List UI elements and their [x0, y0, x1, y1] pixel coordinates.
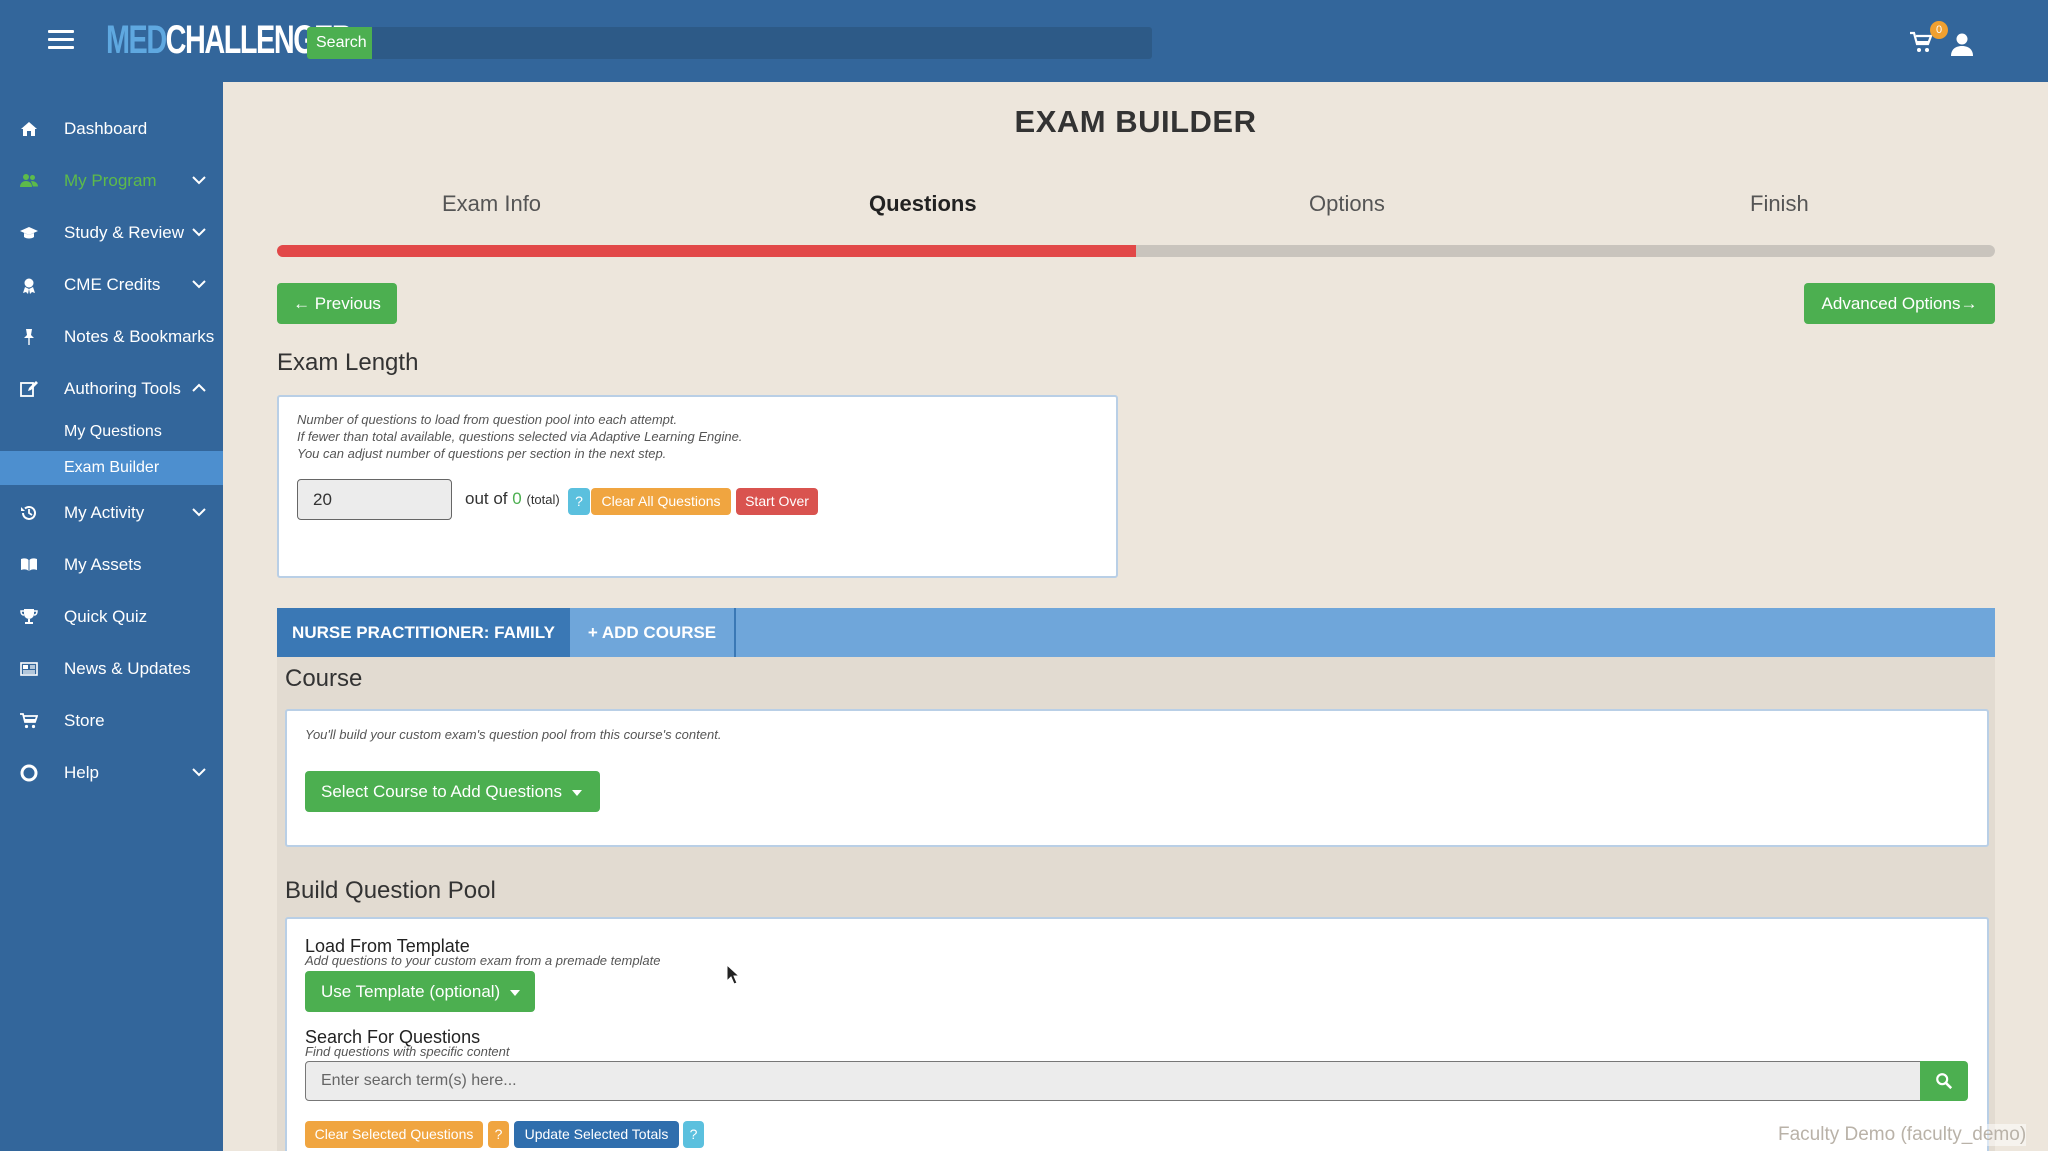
sidebar-item-store[interactable]: Store — [0, 699, 223, 743]
page-title: EXAM BUILDER — [1014, 104, 1257, 139]
global-search-input[interactable] — [372, 27, 1152, 59]
use-template-dropdown[interactable]: Use Template (optional) — [305, 971, 535, 1012]
chevron-down-icon — [192, 280, 206, 289]
top-navbar: MEDCHALLENGER Search 0 — [0, 0, 2048, 82]
sidebar-item-quick-quiz[interactable]: Quick Quiz — [0, 595, 223, 639]
clear-selected-questions-button[interactable]: Clear Selected Questions — [305, 1121, 483, 1148]
course-tabs: NURSE PRACTITIONER: FAMILY + ADD COURSE — [277, 608, 1995, 657]
previous-button[interactable]: ← Previous — [277, 283, 397, 324]
step-finish[interactable]: Finish — [1750, 191, 1809, 217]
home-icon — [21, 122, 37, 136]
caret-down-icon — [510, 989, 521, 996]
sidebar: Dashboard My Program Study & Review CME … — [0, 82, 223, 1151]
out-of-total-text: out of 0 (total) — [465, 489, 560, 509]
sidebar-item-notes-bookmarks[interactable]: Notes & Bookmarks — [0, 315, 223, 359]
select-course-label: Select Course to Add Questions — [321, 782, 562, 801]
total-label: (total) — [526, 492, 560, 507]
sidebar-item-label: CME Credits — [64, 275, 161, 294]
sidebar-item-help[interactable]: Help — [0, 751, 223, 795]
sidebar-item-label: My Activity — [64, 503, 145, 522]
exam-length-hint-2: If fewer than total available, questions… — [297, 429, 743, 444]
wizard-progress-bar — [277, 245, 1995, 257]
sidebar-item-authoring-tools[interactable]: Authoring Tools — [0, 367, 223, 411]
search-label: Search — [307, 27, 376, 59]
sidebar-item-label: My Program — [64, 171, 157, 190]
sidebar-subitem-label: My Questions — [64, 423, 162, 440]
graduation-cap-icon — [20, 227, 38, 239]
build-question-pool-heading: Build Question Pool — [285, 877, 496, 904]
sidebar-item-label: Store — [64, 711, 105, 730]
sidebar-item-label: Help — [64, 763, 99, 782]
step-options[interactable]: Options — [1309, 191, 1385, 217]
sidebar-item-my-assets[interactable]: My Assets — [0, 543, 223, 587]
sidebar-item-label: Authoring Tools — [64, 379, 181, 398]
advanced-options-button[interactable]: Advanced Options→ — [1804, 283, 1995, 324]
caret-down-icon — [571, 789, 582, 796]
book-icon — [21, 558, 37, 571]
sidebar-item-study-review[interactable]: Study & Review — [0, 211, 223, 255]
edit-icon — [20, 381, 38, 397]
clear-all-questions-button[interactable]: Clear All Questions — [591, 488, 731, 515]
user-icon[interactable] — [1950, 32, 1974, 56]
question-count-input[interactable]: 20 — [297, 479, 452, 520]
tab-add-course[interactable]: + ADD COURSE — [570, 608, 736, 657]
sidebar-item-label: News & Updates — [64, 659, 191, 678]
sidebar-item-label: Notes & Bookmarks — [64, 327, 215, 346]
start-over-button[interactable]: Start Over — [736, 488, 818, 515]
certificate-icon — [23, 278, 35, 294]
search-for-questions-hint: Find questions with specific content — [305, 1044, 510, 1059]
cart-icon[interactable] — [1909, 30, 1933, 54]
course-hint: You'll build your custom exam's question… — [305, 727, 722, 742]
total-questions-count: 0 — [512, 489, 522, 508]
load-from-template-hint: Add questions to your custom exam from a… — [305, 953, 661, 968]
chevron-down-icon — [192, 176, 206, 185]
exam-length-hint-1: Number of questions to load from questio… — [297, 412, 678, 427]
chevron-up-icon — [192, 383, 206, 392]
question-search-input[interactable]: Enter search term(s) here... — [305, 1061, 1921, 1101]
exam-length-hint-3: You can adjust number of questions per s… — [297, 446, 667, 461]
cart-count-badge: 0 — [1930, 21, 1948, 39]
sidebar-item-my-program[interactable]: My Program — [0, 159, 223, 203]
lifesaver-icon — [20, 764, 38, 782]
sidebar-item-label: Study & Review — [64, 223, 184, 242]
newspaper-icon — [20, 662, 38, 676]
chevron-down-icon — [192, 508, 206, 517]
sidebar-item-label: My Assets — [64, 555, 142, 574]
sidebar-subitem-label: Exam Builder — [64, 459, 160, 476]
out-of-label: out of — [465, 489, 508, 508]
pushpin-icon — [24, 329, 34, 345]
step-exam-info[interactable]: Exam Info — [442, 191, 541, 217]
question-search-button[interactable] — [1920, 1061, 1968, 1101]
logo-med-text: MED — [106, 18, 167, 62]
hamburger-menu-icon[interactable] — [48, 30, 74, 50]
mouse-cursor-icon — [726, 964, 740, 985]
sidebar-item-my-activity[interactable]: My Activity — [0, 491, 223, 535]
select-course-dropdown[interactable]: Select Course to Add Questions — [305, 771, 600, 812]
exam-length-heading: Exam Length — [277, 349, 419, 376]
tab-nurse-practitioner-family[interactable]: NURSE PRACTITIONER: FAMILY — [277, 608, 570, 657]
exam-length-help-button[interactable]: ? — [568, 488, 590, 515]
update-totals-help-button[interactable]: ? — [683, 1121, 704, 1148]
search-icon — [1936, 1073, 1953, 1090]
sidebar-subitem-my-questions[interactable]: My Questions — [0, 415, 223, 449]
trophy-icon — [20, 609, 38, 624]
cart-icon — [20, 713, 38, 729]
update-selected-totals-button[interactable]: Update Selected Totals — [514, 1121, 679, 1148]
use-template-label: Use Template (optional) — [321, 982, 501, 1001]
history-icon — [21, 505, 36, 520]
sidebar-subitem-exam-builder[interactable]: Exam Builder — [0, 451, 223, 485]
sidebar-item-label: Quick Quiz — [64, 607, 148, 626]
clear-selected-help-button[interactable]: ? — [488, 1121, 509, 1148]
course-heading: Course — [285, 665, 363, 692]
user-watermark: Faculty Demo (faculty_demo) — [1778, 1124, 2027, 1146]
users-icon — [20, 174, 38, 187]
sidebar-item-label: Dashboard — [64, 119, 148, 138]
chevron-down-icon — [192, 228, 206, 237]
progress-fill — [277, 245, 1136, 257]
sidebar-item-news-updates[interactable]: News & Updates — [0, 647, 223, 691]
sidebar-item-cme-credits[interactable]: CME Credits — [0, 263, 223, 307]
sidebar-item-dashboard[interactable]: Dashboard — [0, 107, 223, 151]
step-questions[interactable]: Questions — [869, 191, 977, 217]
chevron-down-icon — [192, 768, 206, 777]
